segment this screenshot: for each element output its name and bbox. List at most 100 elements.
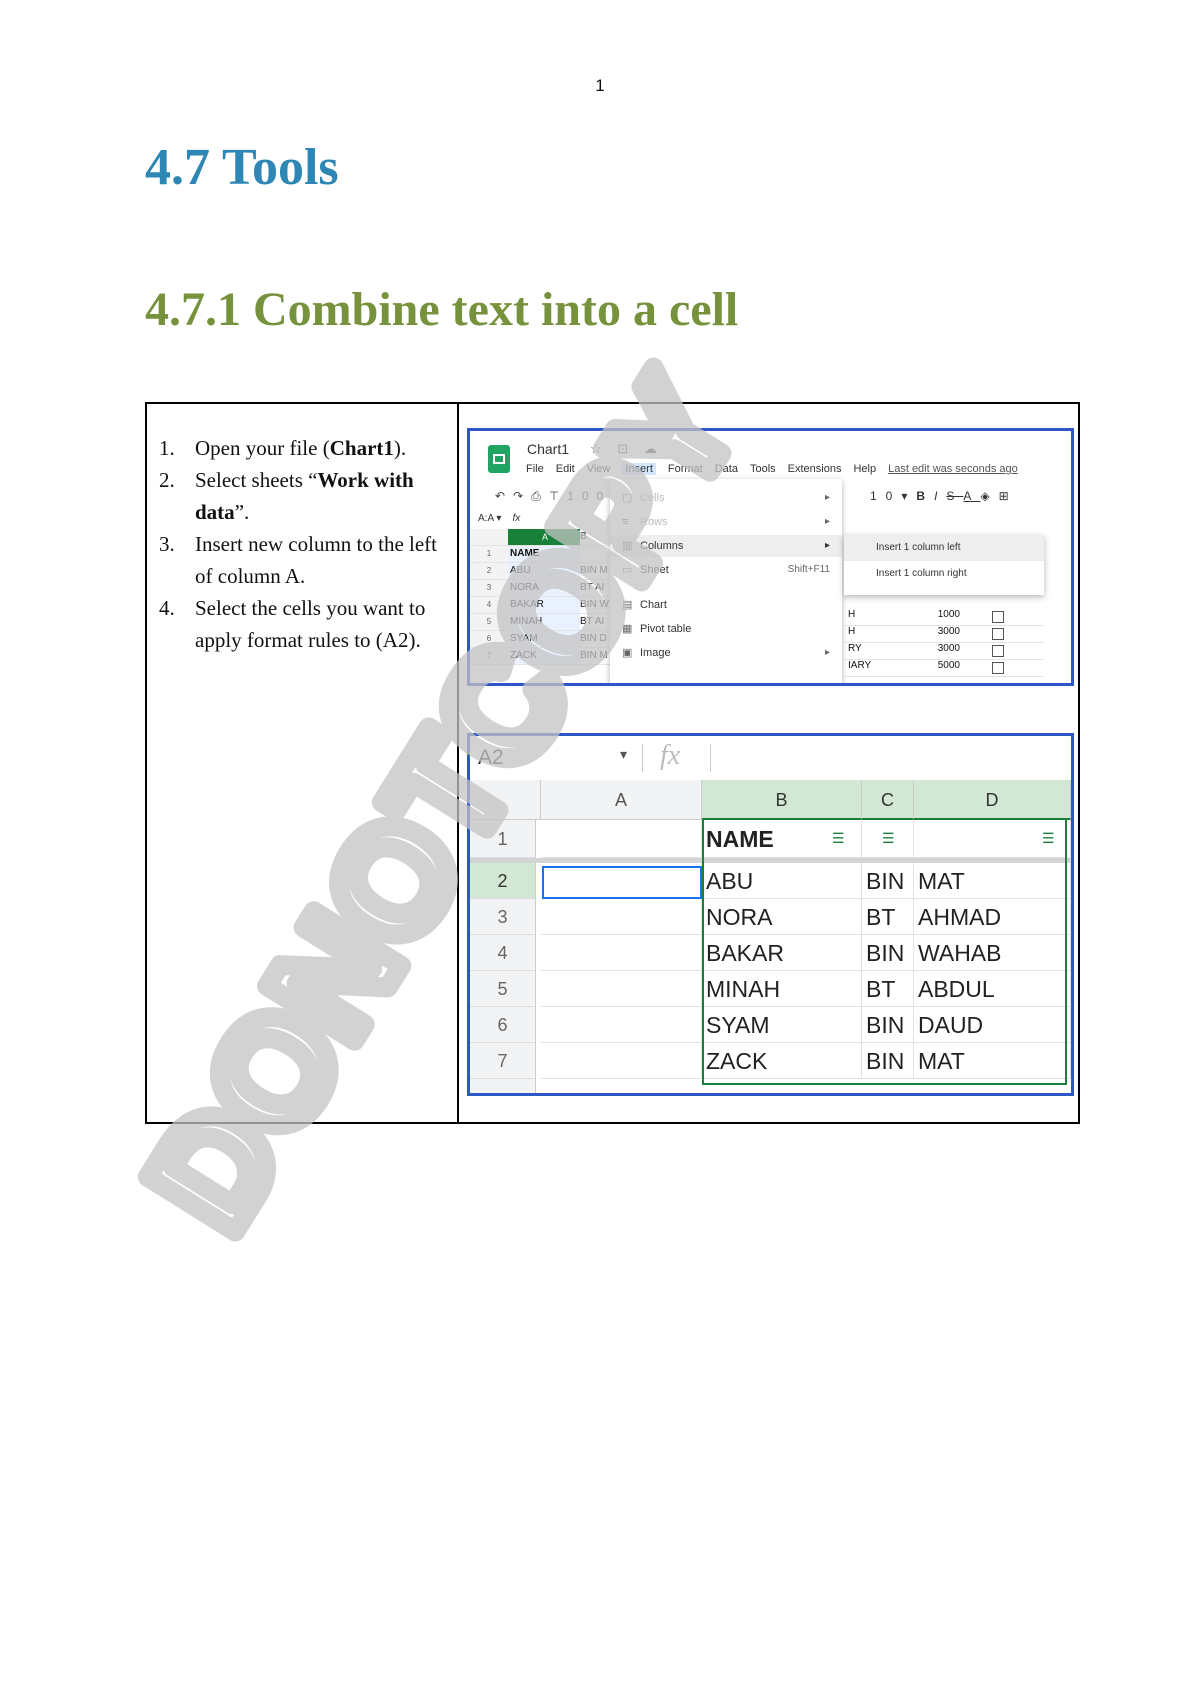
cell[interactable] bbox=[541, 971, 702, 1007]
cell[interactable]: 3000 bbox=[888, 626, 960, 637]
cell[interactable]: ZACK bbox=[702, 1043, 862, 1079]
name-box[interactable]: A2 bbox=[478, 746, 504, 770]
column-header-a[interactable]: A bbox=[508, 529, 580, 545]
text-color-icon[interactable]: A bbox=[963, 489, 980, 503]
row-number[interactable]: 7 bbox=[470, 1043, 536, 1079]
menu-item-sheet[interactable]: ▭ Sheet Shift+F11 bbox=[610, 559, 842, 581]
cell[interactable]: BIN bbox=[862, 935, 914, 971]
cell[interactable]: RY bbox=[848, 643, 888, 654]
cell[interactable]: MAT bbox=[914, 1043, 1071, 1079]
cell[interactable]: ABDUL bbox=[914, 971, 1071, 1007]
paint-format-icon[interactable]: ⊤ bbox=[549, 489, 567, 503]
active-cell-selection[interactable] bbox=[542, 866, 702, 899]
cell[interactable] bbox=[541, 899, 702, 935]
borders-icon[interactable]: ⊞ bbox=[999, 489, 1018, 503]
menu-item-columns[interactable]: ▥ Columns ▸ bbox=[610, 535, 842, 557]
cell[interactable]: NORA bbox=[702, 899, 862, 935]
cell[interactable] bbox=[541, 1043, 702, 1079]
last-edit-link[interactable]: Last edit was seconds ago bbox=[888, 463, 1018, 475]
fill-color-icon[interactable]: ◈ bbox=[980, 489, 998, 503]
checkbox[interactable] bbox=[992, 662, 1004, 674]
cell[interactable]: NAME bbox=[508, 546, 580, 562]
cell[interactable]: BT AI bbox=[580, 614, 610, 630]
italic-icon[interactable]: I bbox=[934, 489, 946, 503]
cell[interactable]: IARY bbox=[848, 660, 888, 671]
cell[interactable]: BIN M bbox=[580, 563, 610, 579]
cell[interactable] bbox=[541, 1007, 702, 1043]
cell[interactable]: MINAH bbox=[508, 614, 580, 630]
column-header-d[interactable]: D bbox=[914, 780, 1071, 820]
bold-icon[interactable]: B bbox=[916, 489, 934, 503]
star-icon[interactable]: ☆ ⊡ ☁ bbox=[590, 441, 663, 457]
column-header-b[interactable]: B bbox=[702, 780, 862, 820]
zoom-value[interactable]: 100 bbox=[567, 489, 611, 503]
undo-icon[interactable]: ↶ bbox=[495, 489, 513, 503]
cell[interactable]: 1000 bbox=[888, 609, 960, 620]
filter-icon[interactable]: ☰ bbox=[882, 830, 895, 847]
column-header-b[interactable]: B bbox=[580, 529, 610, 545]
cell[interactable]: DAUD bbox=[914, 1007, 1071, 1043]
cell[interactable]: MAT bbox=[914, 863, 1071, 899]
menu-item-cells[interactable]: ▢ Cells ▸ bbox=[610, 487, 842, 509]
filter-icon[interactable]: ☰ bbox=[1042, 830, 1055, 847]
menu-extensions[interactable]: Extensions bbox=[788, 463, 842, 475]
menu-item-rows[interactable]: ≡ Rows ▸ bbox=[610, 511, 842, 533]
cell[interactable]: 5000 bbox=[888, 660, 960, 671]
row-number[interactable]: 4 bbox=[470, 935, 536, 971]
cell[interactable]: SYAM bbox=[702, 1007, 862, 1043]
redo-icon[interactable]: ↷ bbox=[513, 489, 531, 503]
checkbox[interactable] bbox=[992, 645, 1004, 657]
chevron-down-icon[interactable]: ▾ bbox=[620, 746, 627, 763]
checkbox[interactable] bbox=[992, 611, 1004, 623]
cell[interactable]: H bbox=[848, 609, 888, 620]
cell[interactable]: NORA bbox=[508, 580, 580, 596]
print-icon[interactable]: ⎙ bbox=[531, 489, 549, 503]
cell[interactable] bbox=[541, 935, 702, 971]
menu-file[interactable]: File bbox=[526, 463, 544, 475]
row-number[interactable]: 3 bbox=[470, 899, 536, 935]
cell[interactable]: BIN bbox=[862, 1043, 914, 1079]
cell[interactable]: ZACK bbox=[508, 648, 580, 664]
select-all-corner[interactable] bbox=[470, 780, 541, 820]
checkbox[interactable] bbox=[992, 628, 1004, 640]
cell[interactable]: ABU bbox=[508, 563, 580, 579]
dropdown-icon[interactable]: ▾ bbox=[901, 489, 916, 503]
menu-insert[interactable]: Insert bbox=[622, 463, 656, 475]
cell[interactable]: BAKAR bbox=[508, 597, 580, 613]
cell[interactable]: ABU bbox=[702, 863, 862, 899]
menu-view[interactable]: View bbox=[587, 463, 611, 475]
cell[interactable]: 3000 bbox=[888, 643, 960, 654]
menu-help[interactable]: Help bbox=[853, 463, 876, 475]
cell[interactable] bbox=[541, 820, 702, 858]
insert-column-left-item[interactable]: Insert 1 column left bbox=[844, 535, 1044, 561]
column-header-c[interactable]: C bbox=[862, 780, 914, 820]
cell[interactable]: H bbox=[848, 626, 888, 637]
menu-item-chart[interactable]: ▤ Chart bbox=[610, 594, 842, 616]
cell[interactable]: WAHAB bbox=[914, 935, 1071, 971]
insert-column-right-item[interactable]: Insert 1 column right bbox=[844, 561, 1044, 587]
cell[interactable]: BIN M bbox=[580, 648, 610, 664]
cell[interactable]: BT bbox=[862, 971, 914, 1007]
cell[interactable]: BIN W bbox=[580, 597, 610, 613]
cell[interactable]: BIN bbox=[862, 863, 914, 899]
row-number[interactable] bbox=[470, 1079, 536, 1093]
cell[interactable]: BAKAR bbox=[702, 935, 862, 971]
menu-tools[interactable]: Tools bbox=[750, 463, 776, 475]
filter-icon[interactable]: ☰ bbox=[832, 830, 845, 847]
row-number[interactable]: 5 bbox=[470, 971, 536, 1007]
row-number[interactable]: 1 bbox=[470, 820, 536, 858]
cell[interactable]: BIN bbox=[862, 1007, 914, 1043]
cell[interactable]: BT AI bbox=[580, 580, 610, 596]
font-size-value[interactable]: 10 bbox=[870, 489, 901, 503]
doc-title[interactable]: Chart1 bbox=[527, 441, 569, 457]
menu-data[interactable]: Data bbox=[715, 463, 738, 475]
row-number[interactable]: 6 bbox=[470, 1007, 536, 1043]
cell[interactable]: AHMAD bbox=[914, 899, 1071, 935]
column-header-a[interactable]: A bbox=[541, 780, 702, 820]
cell[interactable]: SYAM bbox=[508, 631, 580, 647]
cell[interactable]: BT bbox=[862, 899, 914, 935]
row-number[interactable]: 2 bbox=[470, 863, 536, 899]
menu-item-image[interactable]: ▣ Image ▸ bbox=[610, 642, 842, 664]
menu-edit[interactable]: Edit bbox=[556, 463, 575, 475]
cell[interactable]: BIN D bbox=[580, 631, 610, 647]
